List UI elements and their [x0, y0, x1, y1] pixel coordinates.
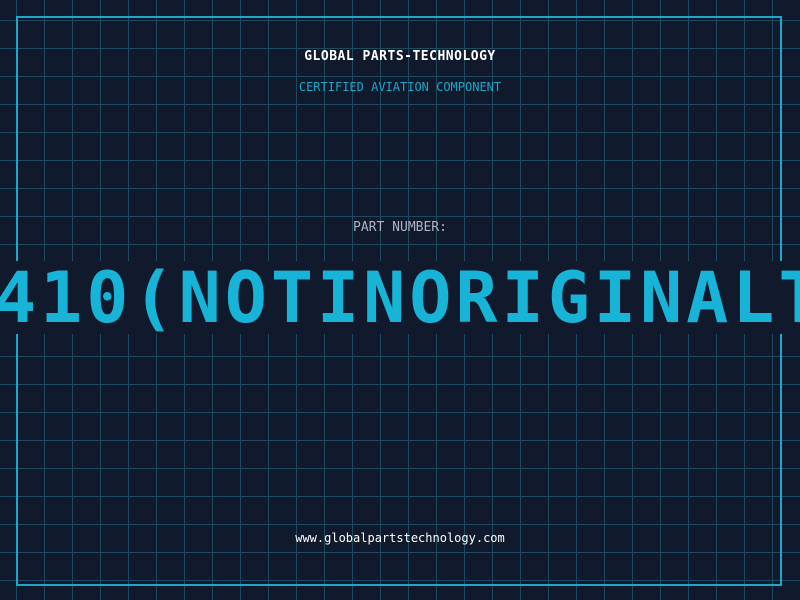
part-number-band: 410(NOTINORIGINALT	[0, 261, 800, 334]
part-number-value: 410(NOTINORIGINALT	[0, 261, 800, 334]
website-url: www.globalpartstechnology.com	[295, 531, 505, 545]
company-name: GLOBAL PARTS-TECHNOLOGY	[304, 49, 496, 64]
part-number-label: PART NUMBER:	[353, 220, 447, 235]
certification-subtitle: CERTIFIED AVIATION COMPONENT	[298, 80, 502, 94]
